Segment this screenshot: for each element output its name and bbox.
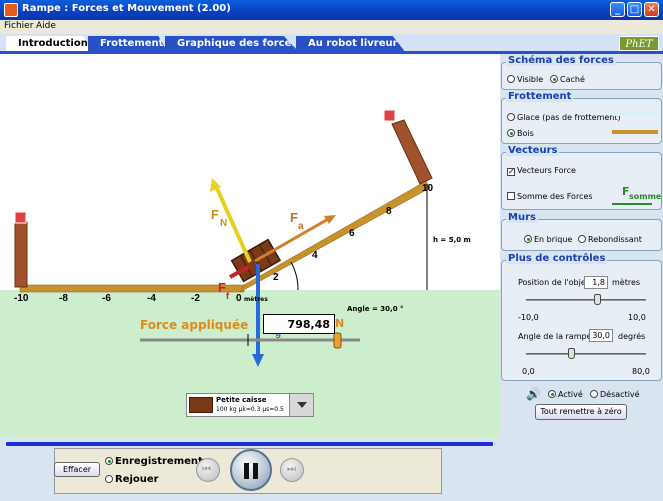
ice-swatch — [612, 111, 658, 116]
somme-symbol-sub: somme — [629, 192, 662, 201]
pause-button[interactable] — [230, 449, 272, 491]
tick-label: 6 — [349, 228, 355, 239]
controles-title: Plus de contrôles — [506, 253, 608, 264]
angle-max: 80,0 — [632, 367, 650, 376]
phet-logo: PhET — [619, 36, 659, 51]
sound-active-radio[interactable]: Activé — [548, 390, 583, 399]
tick-label: 10 — [422, 183, 434, 194]
angle-unit: degrés — [618, 332, 646, 341]
flat-ramp — [19, 284, 245, 293]
tick-label: -10 — [14, 293, 29, 304]
tick-label: 4 — [312, 250, 318, 261]
somme-forces-checkbox[interactable]: Somme des Forces — [507, 192, 593, 201]
tick-label: -4 — [147, 293, 156, 304]
angle-slider-track[interactable] — [526, 353, 646, 355]
dropdown-chevron-icon[interactable] — [289, 394, 313, 416]
wood-swatch — [612, 130, 658, 134]
enregistrement-radio[interactable]: Enregistrement — [105, 456, 203, 467]
position-label: Position de l'objet — [518, 278, 589, 287]
sound-desactive-radio[interactable]: Désactivé — [590, 390, 640, 399]
step-icon: ⏭ — [287, 464, 296, 475]
applied-force-input[interactable]: 798,48 — [263, 314, 335, 334]
applied-label: F — [290, 210, 298, 225]
position-slider-track[interactable] — [526, 299, 646, 301]
metres-label: mètres — [244, 296, 268, 303]
crate-thumbnail — [189, 397, 213, 413]
menu-fichier[interactable]: Fichier — [4, 21, 33, 31]
friction-label: F — [218, 280, 226, 295]
right-wall-close-icon[interactable] — [383, 109, 396, 122]
rebondissant-radio[interactable]: Rebondissant — [578, 235, 642, 244]
scene-canvas: -10 -8 -6 -4 -2 0 2 4 6 8 10 F N F a F f… — [0, 54, 500, 437]
rewind-button[interactable]: ⏮ — [196, 458, 220, 482]
tick-label: -2 — [191, 293, 200, 304]
angle-input[interactable]: 30,0 — [589, 329, 613, 342]
controles-panel: Plus de contrôles Position de l'objet 1,… — [501, 253, 662, 381]
window-title: Rampe : Forces et Mouvement (2.00) — [22, 3, 231, 14]
height-label: h = 5,0 m — [433, 236, 471, 244]
applied-label-sub: a — [298, 221, 304, 232]
bois-radio[interactable]: Bois — [507, 129, 534, 138]
angle-label: Angle = 30,0 ° — [347, 305, 404, 313]
title-bar: Rampe : Forces et Mouvement (2.00) _ □ ✕ — [0, 0, 663, 20]
play-area[interactable]: -10 -8 -6 -4 -2 0 2 4 6 8 10 F N F a F f… — [0, 54, 500, 437]
playback-progress-bar[interactable] — [6, 442, 493, 446]
tick-label: 8 — [386, 206, 392, 217]
angle-slider-thumb[interactable] — [568, 348, 575, 359]
vecteurs-panel: Vecteurs ✓ Vecteurs Force Somme des Force… — [501, 145, 662, 210]
tick-label: 2 — [273, 272, 279, 283]
vecteurs-title: Vecteurs — [506, 145, 560, 156]
tick-label: -6 — [102, 293, 111, 304]
vecteurs-force-checkbox[interactable]: ✓ Vecteurs Force — [507, 166, 576, 176]
tick-label: 0 — [236, 293, 242, 304]
glace-radio[interactable]: Glace (pas de frottement) — [507, 113, 621, 122]
object-selector[interactable]: Petite caisse 100 kg μk=0.3 μs=0.5 — [186, 393, 314, 417]
minimize-button[interactable]: _ — [610, 2, 625, 17]
position-input[interactable]: 1,8 — [584, 276, 608, 289]
left-wall — [14, 221, 28, 288]
maximize-button[interactable]: □ — [627, 2, 642, 17]
angle-rampe-label: Angle de la rampe — [518, 332, 592, 341]
position-max: 10,0 — [628, 313, 646, 322]
applied-force-unit: N — [335, 317, 345, 330]
schema-panel: Schéma des forces Visible Caché — [501, 55, 662, 90]
step-button[interactable]: ⏭ — [280, 458, 304, 482]
angle-min: 0,0 — [522, 367, 535, 376]
rewind-icon: ⏮ — [202, 464, 211, 475]
menu-aide[interactable]: Aide — [36, 21, 56, 31]
rejouer-radio[interactable]: Rejouer — [105, 474, 159, 485]
left-wall-close-icon[interactable] — [14, 211, 27, 224]
close-button[interactable]: ✕ — [644, 2, 659, 17]
position-slider-thumb[interactable] — [593, 294, 601, 305]
tick-label: -8 — [59, 293, 68, 304]
effacer-button[interactable]: Effacer — [54, 462, 100, 477]
menu-bar: Fichier Aide — [0, 20, 663, 34]
murs-title: Murs — [506, 212, 538, 223]
speaker-icon: 🔊 — [526, 387, 541, 401]
frottement-title: Frottement — [506, 91, 574, 102]
reset-all-button[interactable]: Tout remettre à zéro — [535, 404, 627, 420]
schema-cache-radio[interactable]: Caché — [550, 75, 585, 84]
schema-title: Schéma des forces — [506, 55, 616, 66]
somme-arrow-icon — [612, 203, 652, 205]
pause-icon — [244, 463, 249, 479]
applied-force-slider-thumb[interactable] — [333, 332, 342, 349]
murs-panel: Murs En brique Rebondissant — [501, 212, 662, 251]
schema-visible-radio[interactable]: Visible — [507, 75, 543, 84]
applied-force-label: Force appliquée — [140, 318, 249, 332]
position-min: -10,0 — [518, 313, 539, 322]
app-icon — [4, 3, 18, 17]
position-unit: mètres — [612, 278, 641, 287]
brique-radio[interactable]: En brique — [524, 235, 572, 244]
normal-label: F — [211, 207, 219, 222]
object-name: Petite caisse — [216, 396, 267, 404]
object-description: 100 kg μk=0.3 μs=0.5 — [216, 406, 284, 413]
frottement-panel: Frottement Glace (pas de frottement) Boi… — [501, 91, 662, 144]
pause-icon — [253, 463, 258, 479]
normal-label-sub: N — [220, 218, 227, 229]
